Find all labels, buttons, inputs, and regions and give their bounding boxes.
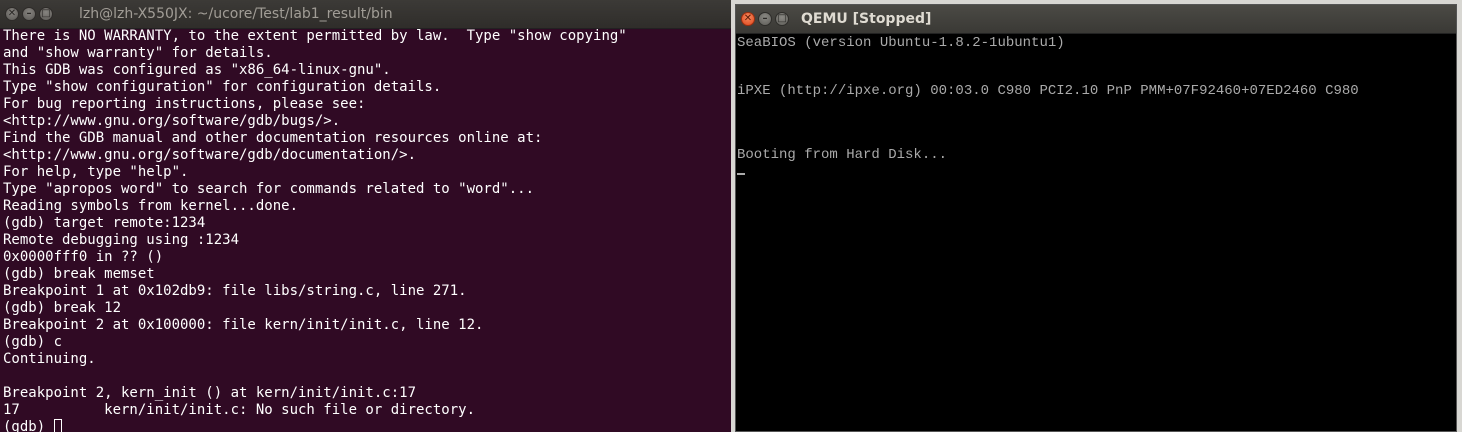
qemu-screen-line: Booting from Hard Disk... <box>737 147 948 163</box>
qemu-screen-line <box>737 115 1456 131</box>
terminal-window-controls: ✕ – □ <box>5 7 53 21</box>
terminal-window[interactable]: ✕ – □ lzh@lzh-X550JX: ~/ucore/Test/lab1_… <box>0 0 731 432</box>
terminal-line: For bug reporting instructions, please s… <box>3 96 366 112</box>
terminal-line: (gdb) target remote:1234 <box>3 215 206 231</box>
terminal-line: (gdb) break memset <box>3 266 155 282</box>
maximize-icon: □ <box>41 8 51 19</box>
terminal-line: Type "apropos word" to search for comman… <box>3 181 535 197</box>
qemu-screen-line <box>737 67 1456 83</box>
qemu-screen-line <box>737 51 1456 67</box>
close-icon: ✕ <box>7 8 17 19</box>
qemu-display[interactable]: SeaBIOS (version Ubuntu-1.8.2-1ubuntu1) i… <box>737 35 1456 431</box>
qemu-screen-line: SeaBIOS (version Ubuntu-1.8.2-1ubuntu1) <box>737 35 1065 51</box>
terminal-title: lzh@lzh-X550JX: ~/ucore/Test/lab1_result… <box>79 6 393 22</box>
terminal-minimize-button[interactable]: – <box>22 7 36 21</box>
qemu-cursor-line <box>737 163 1456 179</box>
qemu-maximize-button[interactable]: □ <box>775 12 789 26</box>
terminal-titlebar[interactable]: ✕ – □ lzh@lzh-X550JX: ~/ucore/Test/lab1_… <box>0 0 731 29</box>
terminal-prompt-line[interactable]: (gdb) <box>3 419 728 432</box>
terminal-line: Type "show configuration" for configurat… <box>3 79 442 95</box>
maximize-icon: □ <box>777 13 787 24</box>
terminal-line: Breakpoint 1 at 0x102db9: file libs/stri… <box>3 283 467 299</box>
terminal-line: 0x0000fff0 in ?? () <box>3 249 164 265</box>
terminal-line: Find the GDB manual and other documentat… <box>3 130 543 146</box>
terminal-output[interactable]: There is NO WARRANTY, to the extent perm… <box>0 28 731 432</box>
terminal-line: Remote debugging using :1234 <box>3 232 240 248</box>
qemu-titlebar[interactable]: ✕ – □ QEMU [Stopped] <box>736 5 1456 34</box>
terminal-close-button[interactable]: ✕ <box>5 7 19 21</box>
minimize-icon: – <box>26 8 32 19</box>
qemu-close-button[interactable]: ✕ <box>741 12 755 26</box>
qemu-window-controls: ✕ – □ <box>741 12 789 26</box>
gdb-prompt: (gdb) <box>3 419 54 432</box>
terminal-line: <http://www.gnu.org/software/gdb/documen… <box>3 147 417 163</box>
qemu-screen-line <box>737 99 1456 115</box>
terminal-line: Breakpoint 2 at 0x100000: file kern/init… <box>3 317 484 333</box>
terminal-line: (gdb) break 12 <box>3 300 122 316</box>
terminal-line: and "show warranty" for details. <box>3 45 273 61</box>
terminal-line: Reading symbols from kernel...done. <box>3 198 299 214</box>
qemu-window[interactable]: ✕ – □ QEMU [Stopped] SeaBIOS (version Ub… <box>735 4 1457 432</box>
qemu-screen-line <box>737 131 1456 147</box>
minimize-icon: – <box>762 13 768 24</box>
terminal-line: Breakpoint 2, kern_init () at kern/init/… <box>3 385 417 401</box>
qemu-screen-line: iPXE (http://ipxe.org) 00:03.0 C980 PCI2… <box>737 83 1359 99</box>
terminal-line: There is NO WARRANTY, to the extent perm… <box>3 28 627 44</box>
terminal-line: <http://www.gnu.org/software/gdb/bugs/>. <box>3 113 341 129</box>
qemu-minimize-button[interactable]: – <box>758 12 772 26</box>
close-icon: ✕ <box>743 13 753 24</box>
terminal-line: Continuing. <box>3 351 96 367</box>
terminal-line: For help, type "help". <box>3 164 189 180</box>
terminal-line: This GDB was configured as "x86_64-linux… <box>3 62 391 78</box>
terminal-maximize-button[interactable]: □ <box>39 7 53 21</box>
vga-cursor <box>737 173 745 175</box>
terminal-line: (gdb) c <box>3 334 63 350</box>
qemu-title: QEMU [Stopped] <box>801 11 932 27</box>
terminal-line: 17 kern/init/init.c: No such file or dir… <box>3 402 476 418</box>
text-cursor <box>53 419 62 432</box>
